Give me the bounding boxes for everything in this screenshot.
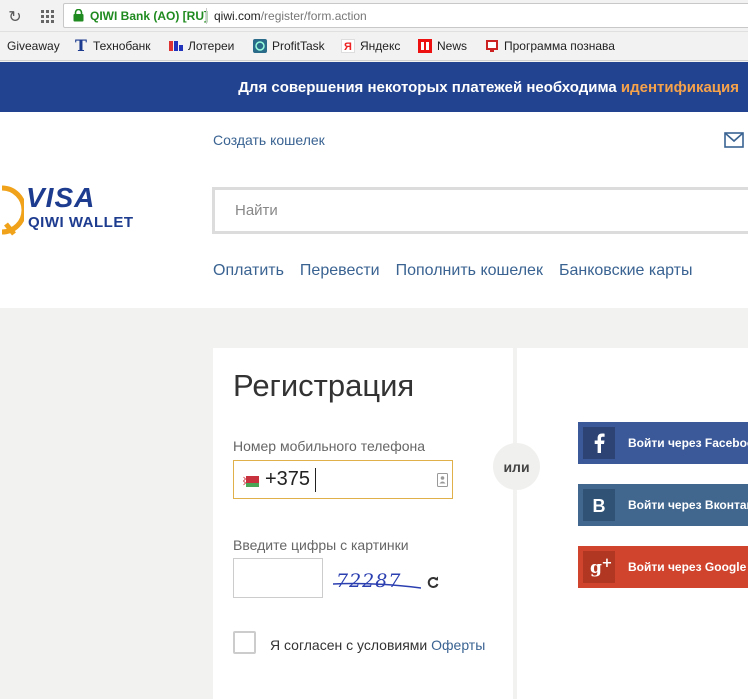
captcha-refresh-icon[interactable] [426,575,440,589]
ev-certificate-label: QIWI Bank (AO) [RU] [90,9,208,23]
url-domain: qiwi.com [214,9,261,23]
program-icon [485,39,499,53]
search-box [212,187,748,234]
nav-transfer[interactable]: Перевести [300,262,380,280]
bookmark-tehnobank[interactable]: T Технобанк [74,36,151,55]
search-input[interactable] [215,190,748,231]
bookmark-label: Лотереи [188,39,235,53]
identification-banner: Для совершения некоторых платежей необхо… [0,62,748,112]
google-plus-icon: g + [583,551,615,583]
vkontakte-login-label: Войти через Вконтакте [628,498,748,512]
bookmark-label: News [437,39,468,53]
offer-link[interactable]: Оферты [431,637,485,653]
url-text: qiwi.com/register/form.action [214,9,367,23]
bookmark-label: ProfitTask [272,39,325,53]
registration-form: Регистрация Номер мобильного телефона +3… [213,348,513,699]
browser-address-bar: ↻ QIWI Bank (AO) [RU] qiwi.com/register/… [0,0,748,32]
profittask-icon [253,39,267,53]
tehnobank-icon: T [75,36,87,55]
apps-grid-icon[interactable] [37,6,57,26]
reload-icon[interactable]: ↻ [5,6,25,26]
bookmark-giveaway[interactable]: Giveaway [0,39,60,53]
nav-pay[interactable]: Оплатить [213,262,284,280]
bookmark-label: Giveaway [7,39,60,53]
or-divider: или [493,443,540,490]
url-path: /register/form.action [260,9,367,23]
banner-main-text: Для совершения некоторых платежей необхо… [238,79,621,96]
facebook-icon [583,427,615,459]
facebook-login-button[interactable]: Войти через Facebook [578,422,748,464]
lottery-icon [169,39,183,53]
bookmark-yandex[interactable]: Я Яндекс [341,39,400,53]
mail-icon[interactable] [724,132,744,148]
google-plus-login-button[interactable]: g + Войти через Google [578,546,748,588]
belarus-flag-icon[interactable] [243,476,259,487]
phone-label: Номер мобильного телефона [233,438,426,454]
create-wallet-link[interactable]: Создать кошелек [213,132,325,148]
qiwi-logo-mark-icon [1,185,24,236]
svg-text:B: B [593,496,606,516]
omnibox-divider [206,8,207,24]
main-nav: Оплатить Перевести Пополнить кошелек Банков… [213,262,709,280]
bookmark-profittask[interactable]: ProfitTask [253,39,325,53]
svg-text:+: + [602,556,613,571]
logo-wallet-text: QIWI WALLET [28,214,134,231]
vkontakte-icon: B [583,489,615,521]
phone-value: +375 [265,468,311,490]
terms-agree-label: Я согласен с условиями Оферты [270,637,485,653]
bookmark-label: Программа познава [504,39,615,53]
text-caret [315,468,316,492]
vkontakte-login-button[interactable]: B Войти через Вконтакте [578,484,748,526]
terms-checkbox[interactable] [233,631,256,654]
captcha-image: 72287 [333,568,429,598]
captcha-noise-line [333,582,421,589]
banner-identification-link[interactable]: идентификация [621,79,739,96]
banner-text: Для совершения некоторых платежей необхо… [238,79,739,96]
facebook-login-label: Войти через Facebook [628,436,748,450]
bookmark-news[interactable]: News [418,39,467,53]
bookmark-program[interactable]: Программа познава [485,39,615,53]
news-icon [418,39,432,53]
bookmark-lottery[interactable]: Лотереи [169,39,234,53]
lock-icon [73,9,84,22]
qiwi-visa-logo[interactable]: VISA QIWI WALLET [0,182,140,242]
yandex-icon: Я [341,39,355,53]
giveaway-icon [0,39,4,53]
site-header: Создать кошелек VISA QIWI WALLET Оплатит… [0,112,748,308]
google-plus-login-label: Войти через Google [628,560,747,574]
svg-text:g: g [590,558,602,578]
terms-agree-text: Я согласен с условиями [270,637,432,653]
logo-visa-text: VISA [26,182,96,213]
nav-top-up-wallet[interactable]: Пополнить кошелек [396,262,543,280]
nav-bank-cards[interactable]: Банковские карты [559,262,693,280]
captcha-input[interactable] [233,558,323,598]
bookmark-label: Технобанк [93,39,151,53]
contact-book-icon[interactable] [437,473,448,487]
url-omnibox[interactable]: QIWI Bank (AO) [RU] qiwi.com/register/fo… [63,3,748,28]
captcha-label: Введите цифры с картинки [233,537,409,553]
phone-input[interactable]: +375 [233,460,453,499]
bookmarks-bar: Giveaway T Технобанк Лотереи ProfitTask … [0,33,748,61]
registration-title: Регистрация [233,368,415,403]
bookmark-label: Яндекс [360,39,401,53]
